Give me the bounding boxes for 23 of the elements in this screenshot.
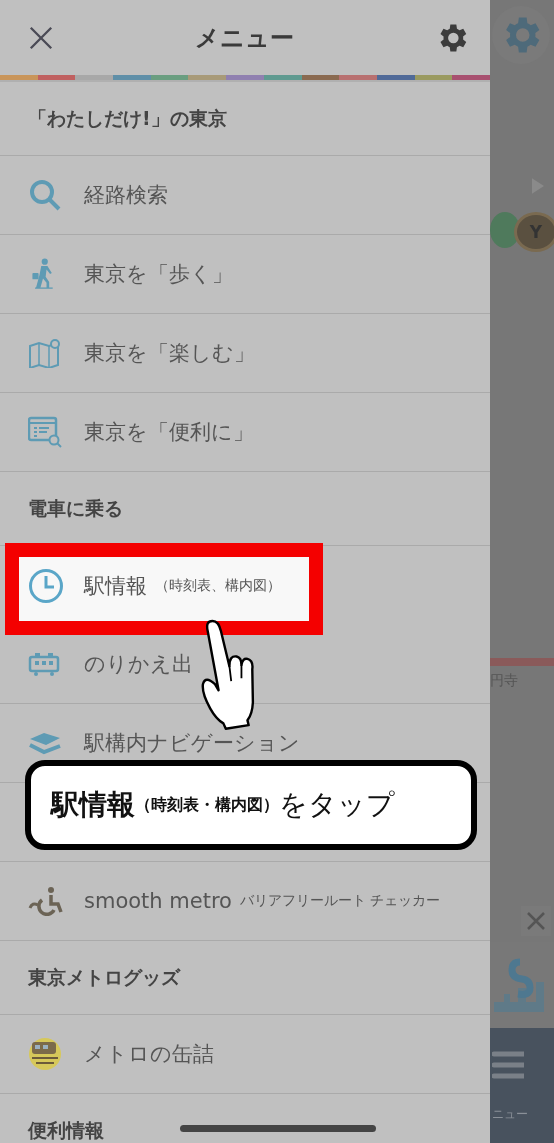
- menu-item[interactable]: smooth metro バリアフリールート チェッカー: [0, 862, 490, 941]
- menu-item[interactable]: 東京を「便利に」: [0, 393, 490, 472]
- line-badge: [490, 212, 520, 248]
- menu-item[interactable]: 東京を「楽しむ」: [0, 314, 490, 393]
- can-sticker-icon: [28, 1037, 62, 1071]
- menu-icon: [492, 1050, 524, 1080]
- list-search-icon: [28, 416, 64, 448]
- train-icon: [28, 652, 60, 676]
- menu-item[interactable]: メトロの缶詰: [0, 1015, 490, 1094]
- section-heading: 「わたしだけ!」の東京: [28, 105, 227, 131]
- search-icon: [28, 178, 62, 212]
- layers-icon: [28, 731, 62, 755]
- tab-label: ニュー: [492, 1106, 528, 1123]
- section-heading: 便利情報: [28, 1117, 104, 1143]
- wheelchair-icon: [28, 886, 64, 916]
- menu-item[interactable]: 経路検索: [0, 156, 490, 235]
- menu-title: メニュー: [194, 22, 294, 54]
- close-icon[interactable]: [28, 24, 54, 51]
- section-heading: 電車に乗る: [28, 495, 123, 521]
- clock-icon: [28, 567, 64, 604]
- section-heading: 東京メトログッズ: [28, 964, 180, 990]
- menu-item[interactable]: 東京を「歩く」: [0, 235, 490, 314]
- map-pin-icon: [28, 338, 62, 368]
